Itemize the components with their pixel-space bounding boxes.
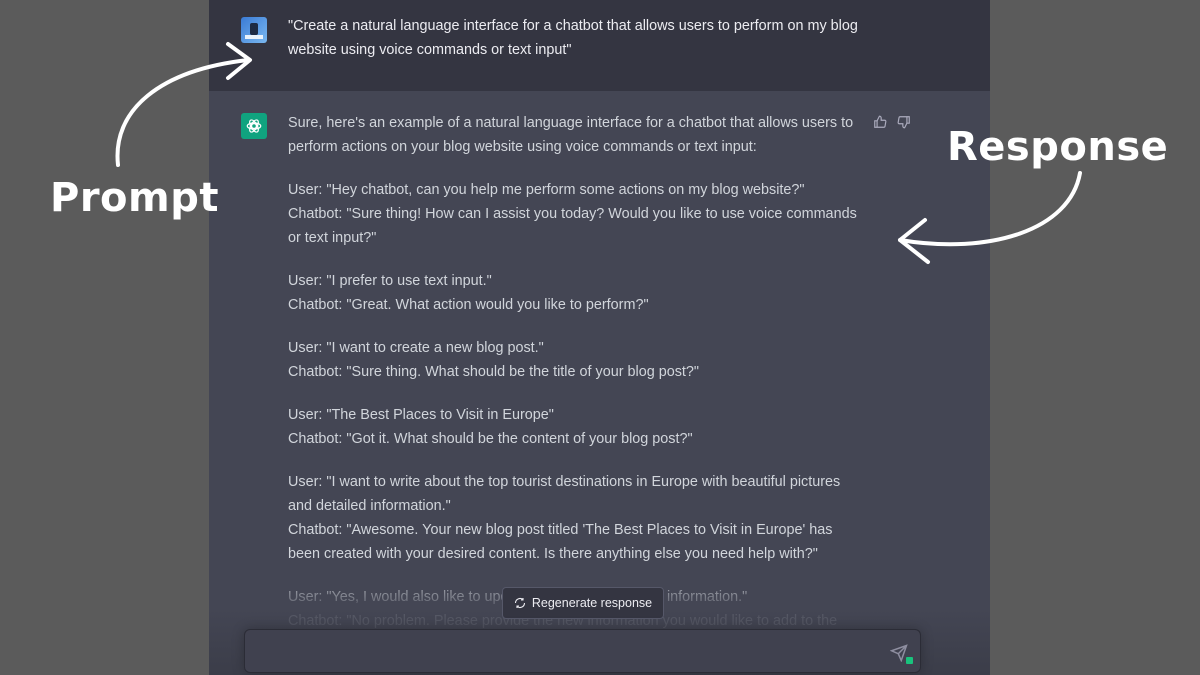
response-arrow [898,171,1082,264]
